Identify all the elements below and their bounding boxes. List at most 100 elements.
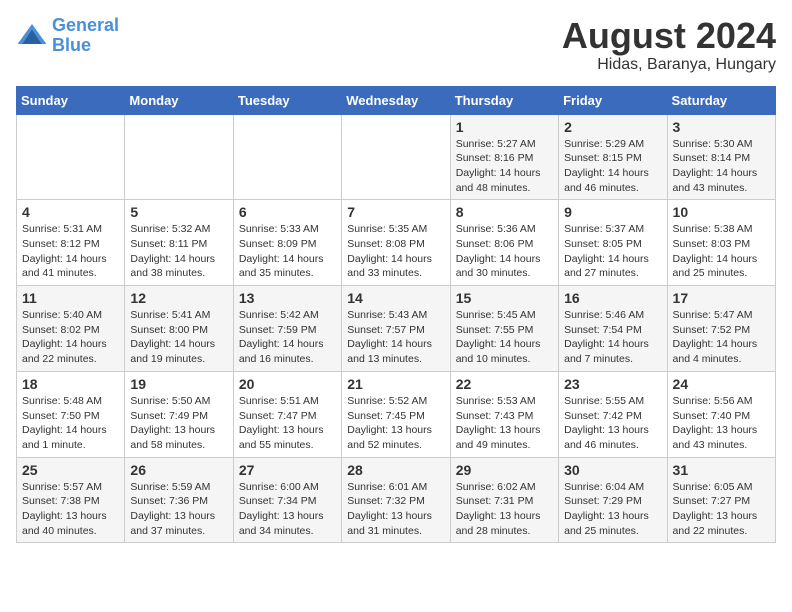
cell-3-1: 19Sunrise: 5:50 AM Sunset: 7:49 PM Dayli… [125,371,233,457]
day-info: Sunrise: 5:59 AM Sunset: 7:36 PM Dayligh… [130,480,227,539]
cell-3-4: 22 Sunrise: 5:53 AM Sunset: 7:43 PM Dayli… [450,371,558,457]
day-info: Sunrise: 6:04 AM Sunset: 7:29 PM Dayligh… [564,480,661,539]
day-info: Sunrise: 5:45 AM Sunset: 7:55 PM Dayligh… [456,308,553,367]
logo-line1: General [52,15,119,35]
day-info: Sunrise: 5:35 AM Sunset: 8:08 PM Dayligh… [347,222,444,281]
day-number: 20 [239,376,336,392]
cell-4-3: 28 Sunrise: 6:01 AM Sunset: 7:32 PM Dayli… [342,457,450,543]
cell-2-6: 17Sunrise: 5:47 AM Sunset: 7:52 PM Dayli… [667,286,775,372]
day-info: Sunrise: 5:50 AM Sunset: 7:49 PM Dayligh… [130,394,227,453]
day-info: Sunrise: 6:00 AM Sunset: 7:34 PM Dayligh… [239,480,336,539]
cell-3-0: 18 Sunrise: 5:48 AM Sunset: 7:50 PM Dayli… [17,371,125,457]
day-number: 10 [673,204,770,220]
cell-1-3: 7Sunrise: 5:35 AM Sunset: 8:08 PM Daylig… [342,200,450,286]
day-info: Sunrise: 5:31 AM Sunset: 8:12 PM Dayligh… [22,222,119,281]
day-number: 6 [239,204,336,220]
day-info: Sunrise: 6:05 AM Sunset: 7:27 PM Dayligh… [673,480,770,539]
day-info: Sunrise: 5:51 AM Sunset: 7:47 PM Dayligh… [239,394,336,453]
week-row-2: 11Sunrise: 5:40 AM Sunset: 8:02 PM Dayli… [17,286,776,372]
day-number: 14 [347,290,444,306]
logo: General Blue [16,16,119,56]
day-number: 24 [673,376,770,392]
week-row-3: 18 Sunrise: 5:48 AM Sunset: 7:50 PM Dayli… [17,371,776,457]
day-number: 2 [564,119,661,135]
day-info: Sunrise: 5:43 AM Sunset: 7:57 PM Dayligh… [347,308,444,367]
day-number: 22 [456,376,553,392]
day-info: Sunrise: 5:33 AM Sunset: 8:09 PM Dayligh… [239,222,336,281]
col-saturday: Saturday [667,86,775,114]
day-number: 29 [456,462,553,478]
day-number: 28 [347,462,444,478]
day-info: Sunrise: 5:47 AM Sunset: 7:52 PM Dayligh… [673,308,770,367]
cell-0-4: 1Sunrise: 5:27 AM Sunset: 8:16 PM Daylig… [450,114,558,200]
logo-icon [16,20,48,52]
day-info: Sunrise: 5:48 AM Sunset: 7:50 PM Dayligh… [22,394,119,453]
calendar-subtitle: Hidas, Baranya, Hungary [562,56,776,74]
day-number: 8 [456,204,553,220]
cell-2-2: 13Sunrise: 5:42 AM Sunset: 7:59 PM Dayli… [233,286,341,372]
calendar-table: Sunday Monday Tuesday Wednesday Thursday… [16,86,776,544]
cell-3-2: 20 Sunrise: 5:51 AM Sunset: 7:47 PM Dayli… [233,371,341,457]
day-number: 9 [564,204,661,220]
cell-0-2 [233,114,341,200]
day-number: 23 [564,376,661,392]
day-info: Sunrise: 6:01 AM Sunset: 7:32 PM Dayligh… [347,480,444,539]
cell-4-6: 31 Sunrise: 6:05 AM Sunset: 7:27 PM Dayli… [667,457,775,543]
day-number: 5 [130,204,227,220]
cell-4-1: 26Sunrise: 5:59 AM Sunset: 7:36 PM Dayli… [125,457,233,543]
cell-0-5: 2 Sunrise: 5:29 AM Sunset: 8:15 PM Daylig… [559,114,667,200]
col-thursday: Thursday [450,86,558,114]
cell-0-0 [17,114,125,200]
cell-4-4: 29Sunrise: 6:02 AM Sunset: 7:31 PM Dayli… [450,457,558,543]
day-info: Sunrise: 5:55 AM Sunset: 7:42 PM Dayligh… [564,394,661,453]
day-number: 12 [130,290,227,306]
cell-4-0: 25Sunrise: 5:57 AM Sunset: 7:38 PM Dayli… [17,457,125,543]
day-info: Sunrise: 5:27 AM Sunset: 8:16 PM Dayligh… [456,137,553,196]
cell-0-1 [125,114,233,200]
day-info: Sunrise: 5:52 AM Sunset: 7:45 PM Dayligh… [347,394,444,453]
day-info: Sunrise: 5:32 AM Sunset: 8:11 PM Dayligh… [130,222,227,281]
cell-2-3: 14 Sunrise: 5:43 AM Sunset: 7:57 PM Dayli… [342,286,450,372]
cell-1-2: 6 Sunrise: 5:33 AM Sunset: 8:09 PM Daylig… [233,200,341,286]
col-tuesday: Tuesday [233,86,341,114]
cell-0-3 [342,114,450,200]
cell-2-1: 12 Sunrise: 5:41 AM Sunset: 8:00 PM Dayli… [125,286,233,372]
day-number: 3 [673,119,770,135]
day-info: Sunrise: 5:30 AM Sunset: 8:14 PM Dayligh… [673,137,770,196]
cell-2-5: 16Sunrise: 5:46 AM Sunset: 7:54 PM Dayli… [559,286,667,372]
day-info: Sunrise: 5:46 AM Sunset: 7:54 PM Dayligh… [564,308,661,367]
day-number: 31 [673,462,770,478]
calendar-header: Sunday Monday Tuesday Wednesday Thursday… [17,86,776,114]
cell-0-6: 3 Sunrise: 5:30 AM Sunset: 8:14 PM Daylig… [667,114,775,200]
logo-line2: Blue [52,35,91,55]
cell-1-6: 10 Sunrise: 5:38 AM Sunset: 8:03 PM Dayli… [667,200,775,286]
page-header: General Blue August 2024 Hidas, Baranya,… [16,16,776,74]
col-sunday: Sunday [17,86,125,114]
day-number: 15 [456,290,553,306]
day-number: 4 [22,204,119,220]
day-number: 27 [239,462,336,478]
day-info: Sunrise: 5:57 AM Sunset: 7:38 PM Dayligh… [22,480,119,539]
day-number: 21 [347,376,444,392]
week-row-0: 1Sunrise: 5:27 AM Sunset: 8:16 PM Daylig… [17,114,776,200]
cell-4-5: 30 Sunrise: 6:04 AM Sunset: 7:29 PM Dayli… [559,457,667,543]
cell-1-4: 8 Sunrise: 5:36 AM Sunset: 8:06 PM Daylig… [450,200,558,286]
day-info: Sunrise: 5:36 AM Sunset: 8:06 PM Dayligh… [456,222,553,281]
header-row: Sunday Monday Tuesday Wednesday Thursday… [17,86,776,114]
day-info: Sunrise: 5:38 AM Sunset: 8:03 PM Dayligh… [673,222,770,281]
day-info: Sunrise: 5:41 AM Sunset: 8:00 PM Dayligh… [130,308,227,367]
week-row-1: 4 Sunrise: 5:31 AM Sunset: 8:12 PM Daylig… [17,200,776,286]
col-friday: Friday [559,86,667,114]
cell-2-0: 11Sunrise: 5:40 AM Sunset: 8:02 PM Dayli… [17,286,125,372]
day-info: Sunrise: 5:53 AM Sunset: 7:43 PM Dayligh… [456,394,553,453]
day-number: 11 [22,290,119,306]
col-wednesday: Wednesday [342,86,450,114]
day-number: 30 [564,462,661,478]
cell-3-5: 23 Sunrise: 5:55 AM Sunset: 7:42 PM Dayli… [559,371,667,457]
day-info: Sunrise: 5:29 AM Sunset: 8:15 PM Dayligh… [564,137,661,196]
day-number: 18 [22,376,119,392]
cell-4-2: 27 Sunrise: 6:00 AM Sunset: 7:34 PM Dayli… [233,457,341,543]
cell-1-0: 4 Sunrise: 5:31 AM Sunset: 8:12 PM Daylig… [17,200,125,286]
logo-text: General Blue [52,16,119,56]
cell-2-4: 15 Sunrise: 5:45 AM Sunset: 7:55 PM Dayli… [450,286,558,372]
